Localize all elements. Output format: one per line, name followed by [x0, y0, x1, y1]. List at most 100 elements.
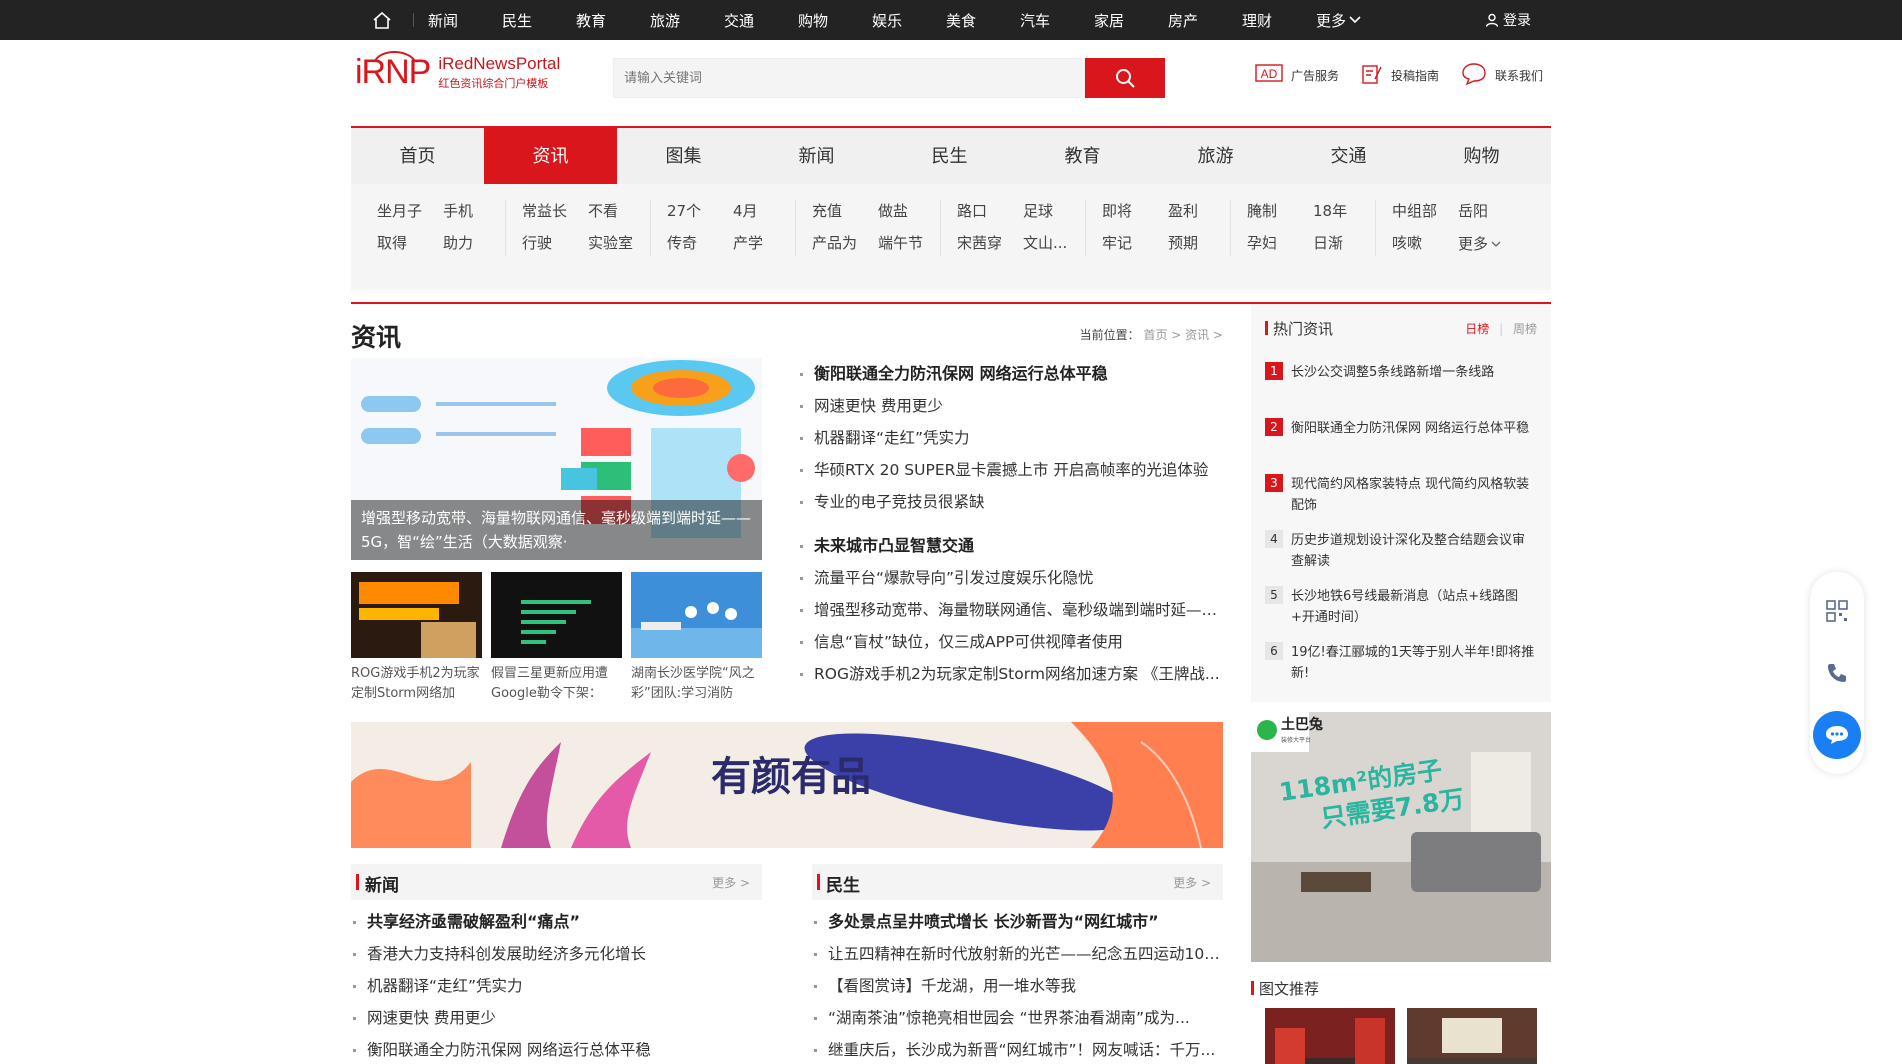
- sub-nav-tag[interactable]: 孕妇: [1247, 232, 1313, 256]
- sub-nav-tag[interactable]: 传奇: [667, 232, 733, 256]
- sub-nav-tag[interactable]: 做盐: [878, 200, 944, 224]
- tab-daily[interactable]: 日榜: [1465, 322, 1489, 336]
- more-link[interactable]: 更多 >: [712, 874, 750, 891]
- contact-link[interactable]: 联系我们: [1461, 62, 1543, 89]
- top-nav-item[interactable]: 新闻: [428, 10, 502, 31]
- sub-nav-tag[interactable]: 文山...: [1023, 232, 1089, 256]
- news-item[interactable]: 继重庆后，长沙成为新晋“网红城市”！网友喊话：千万...: [812, 1034, 1223, 1064]
- sub-nav-tag[interactable]: 取得: [377, 232, 443, 256]
- top-nav-item[interactable]: 教育: [576, 10, 650, 31]
- sub-nav-tag[interactable]: 27个: [667, 200, 733, 224]
- sub-nav-tag[interactable]: 路口: [957, 200, 1023, 224]
- headline-item[interactable]: 多处景点呈井喷式增长 长沙新晋为“网红城市”: [812, 906, 1223, 938]
- main-nav-home[interactable]: 首页: [351, 128, 484, 184]
- news-item[interactable]: 增强型移动宽带、海量物联网通信、毫秒级端到端时延——...: [798, 594, 1223, 626]
- sub-nav-tag[interactable]: 常益长: [522, 200, 588, 224]
- search-input[interactable]: [613, 58, 1085, 98]
- hot-news-item[interactable]: 2 衡阳联通全力防汛保网 网络运行总体平稳: [1265, 418, 1537, 460]
- sub-nav-tag[interactable]: 不看: [588, 200, 654, 224]
- news-item[interactable]: 香港大力支持科创发展助经济多元化增长: [351, 938, 762, 970]
- main-nav-news-active[interactable]: 资讯: [484, 128, 617, 184]
- breadcrumb-path[interactable]: 首页 > 资讯 >: [1143, 328, 1223, 342]
- search-button[interactable]: [1085, 58, 1165, 98]
- site-logo[interactable]: iRNP iRedNewsPortal 红色资讯综合门户模板: [355, 51, 560, 92]
- top-nav-item[interactable]: 房产: [1168, 10, 1242, 31]
- top-nav-item[interactable]: 娱乐: [872, 10, 946, 31]
- thumbnail-card[interactable]: 假冒三星更新应用遭Google勒令下架：: [491, 572, 622, 704]
- top-nav-item[interactable]: 美食: [946, 10, 1020, 31]
- sidebar-ad[interactable]: 土巴兔 装修大平台 118m²的房子 只需要7.8万: [1251, 712, 1551, 962]
- main-nav-item[interactable]: 旅游: [1149, 128, 1282, 184]
- news-item[interactable]: 【看图赏诗】千龙湖，用一堆水等我: [812, 970, 1223, 1002]
- news-item[interactable]: 机器翻译“走红”凭实力: [798, 422, 1223, 454]
- main-nav-item[interactable]: 新闻: [750, 128, 883, 184]
- home-icon[interactable]: [361, 0, 403, 40]
- top-nav-item[interactable]: 购物: [798, 10, 872, 31]
- submission-guide-link[interactable]: 投稿指南: [1361, 62, 1439, 89]
- main-nav-item[interactable]: 交通: [1282, 128, 1415, 184]
- hot-news-item[interactable]: 3 现代简约风格家装特点 现代简约风格软装配饰: [1265, 474, 1537, 516]
- sub-nav-tag[interactable]: 日渐: [1313, 232, 1379, 256]
- sub-nav-more[interactable]: 更多: [1458, 232, 1524, 256]
- headline-item[interactable]: 未来城市凸显智慧交通: [798, 530, 1223, 562]
- hot-news-item[interactable]: 1 长沙公交调整5条线路新增一条线路: [1265, 362, 1537, 404]
- news-item[interactable]: 衡阳联通全力防汛保网 网络运行总体平稳: [351, 1034, 762, 1064]
- login-button[interactable]: 登录: [1485, 0, 1531, 40]
- sub-nav-tag[interactable]: 岳阳: [1458, 200, 1524, 224]
- sub-nav-tag[interactable]: 中组部: [1392, 200, 1458, 224]
- news-item[interactable]: 让五四精神在新时代放射新的光芒——纪念五四运动100...: [812, 938, 1223, 970]
- sub-nav-tag[interactable]: 端午节: [878, 232, 944, 256]
- sub-nav-tag[interactable]: 助力: [443, 232, 509, 256]
- top-nav-item[interactable]: 理财: [1242, 10, 1316, 31]
- sub-nav-tag[interactable]: 预期: [1168, 232, 1234, 256]
- sub-nav-tag[interactable]: 实验室: [588, 232, 654, 256]
- sub-nav-tag[interactable]: 手机: [443, 200, 509, 224]
- headline-item[interactable]: 衡阳联通全力防汛保网 网络运行总体平稳: [798, 358, 1223, 390]
- sub-nav-tag[interactable]: 充值: [812, 200, 878, 224]
- news-item[interactable]: 机器翻译“走红”凭实力: [351, 970, 762, 1002]
- sub-nav-tag[interactable]: 产品为: [812, 232, 878, 256]
- pic-card[interactable]: [1265, 1008, 1395, 1064]
- ad-service-link[interactable]: AD 广告服务: [1255, 62, 1339, 89]
- news-item[interactable]: 华硕RTX 20 SUPER显卡震撼上市 开启高帧率的光追体验: [798, 454, 1223, 486]
- hot-news-item[interactable]: 6 19亿!春江郦城的1天等于别人半年!即将推新!: [1265, 642, 1537, 684]
- main-nav-item[interactable]: 教育: [1016, 128, 1149, 184]
- more-link[interactable]: 更多 >: [1173, 874, 1211, 891]
- top-nav-item[interactable]: 汽车: [1020, 10, 1094, 31]
- top-nav-more[interactable]: 更多: [1316, 10, 1390, 31]
- focus-image-5g[interactable]: 增强型移动宽带、海量物联网通信、毫秒级端到端时延——5G，智“绘”生活（大数据观…: [351, 358, 762, 560]
- sub-nav-tag[interactable]: 咳嗽: [1392, 232, 1458, 256]
- sub-nav-tag[interactable]: 足球: [1023, 200, 1089, 224]
- pic-card[interactable]: [1407, 1008, 1537, 1064]
- sub-nav-tag[interactable]: 18年: [1313, 200, 1379, 224]
- headline-item[interactable]: 共享经济亟需破解盈利“痛点”: [351, 906, 762, 938]
- top-nav-item[interactable]: 家居: [1094, 10, 1168, 31]
- main-nav-item[interactable]: 民生: [883, 128, 1016, 184]
- top-nav-item[interactable]: 交通: [724, 10, 798, 31]
- sub-nav-tag[interactable]: 宋茜穿: [957, 232, 1023, 256]
- top-nav-item[interactable]: 民生: [502, 10, 576, 31]
- top-nav-item[interactable]: 旅游: [650, 10, 724, 31]
- news-item[interactable]: “湖南茶油”惊艳亮相世园会 “世界茶油看湖南”成为...: [812, 1002, 1223, 1034]
- hot-news-item[interactable]: 5 长沙地铁6号线最新消息（站点+线路图+开通时间）: [1265, 586, 1537, 628]
- thumbnail-card[interactable]: ROG游戏手机2为玩家定制Storm网络加: [351, 572, 482, 704]
- sub-nav-tag[interactable]: 盈利: [1168, 200, 1234, 224]
- news-item[interactable]: ROG游戏手机2为玩家定制Storm网络加速方案 《王牌战...: [798, 658, 1223, 690]
- main-nav-gallery[interactable]: 图集: [617, 128, 750, 184]
- sub-nav-tag[interactable]: 4月: [733, 200, 799, 224]
- news-item[interactable]: 专业的电子竞技员很紧缺: [798, 486, 1223, 518]
- news-item[interactable]: 流量平台“爆款导向”引发过度娱乐化隐忧: [798, 562, 1223, 594]
- sub-nav-tag[interactable]: 腌制: [1247, 200, 1313, 224]
- hot-news-item[interactable]: 4 历史步道规划设计深化及整合结题会议审查解读: [1265, 530, 1537, 572]
- sub-nav-tag[interactable]: 行驶: [522, 232, 588, 256]
- phone-button[interactable]: [1810, 642, 1864, 704]
- promo-banner[interactable]: 有颜有品: [351, 722, 1223, 848]
- chat-button[interactable]: [1810, 704, 1864, 766]
- tab-weekly[interactable]: 周榜: [1513, 322, 1537, 336]
- news-item[interactable]: 信息“盲杖”缺位，仅三成APP可供视障者使用: [798, 626, 1223, 658]
- qr-code-button[interactable]: [1810, 580, 1864, 642]
- thumbnail-card[interactable]: 湖南长沙医学院“风之彩”团队:学习消防: [631, 572, 762, 704]
- sub-nav-tag[interactable]: 牢记: [1102, 232, 1168, 256]
- news-item[interactable]: 网速更快 费用更少: [798, 390, 1223, 422]
- sub-nav-tag[interactable]: 产学: [733, 232, 799, 256]
